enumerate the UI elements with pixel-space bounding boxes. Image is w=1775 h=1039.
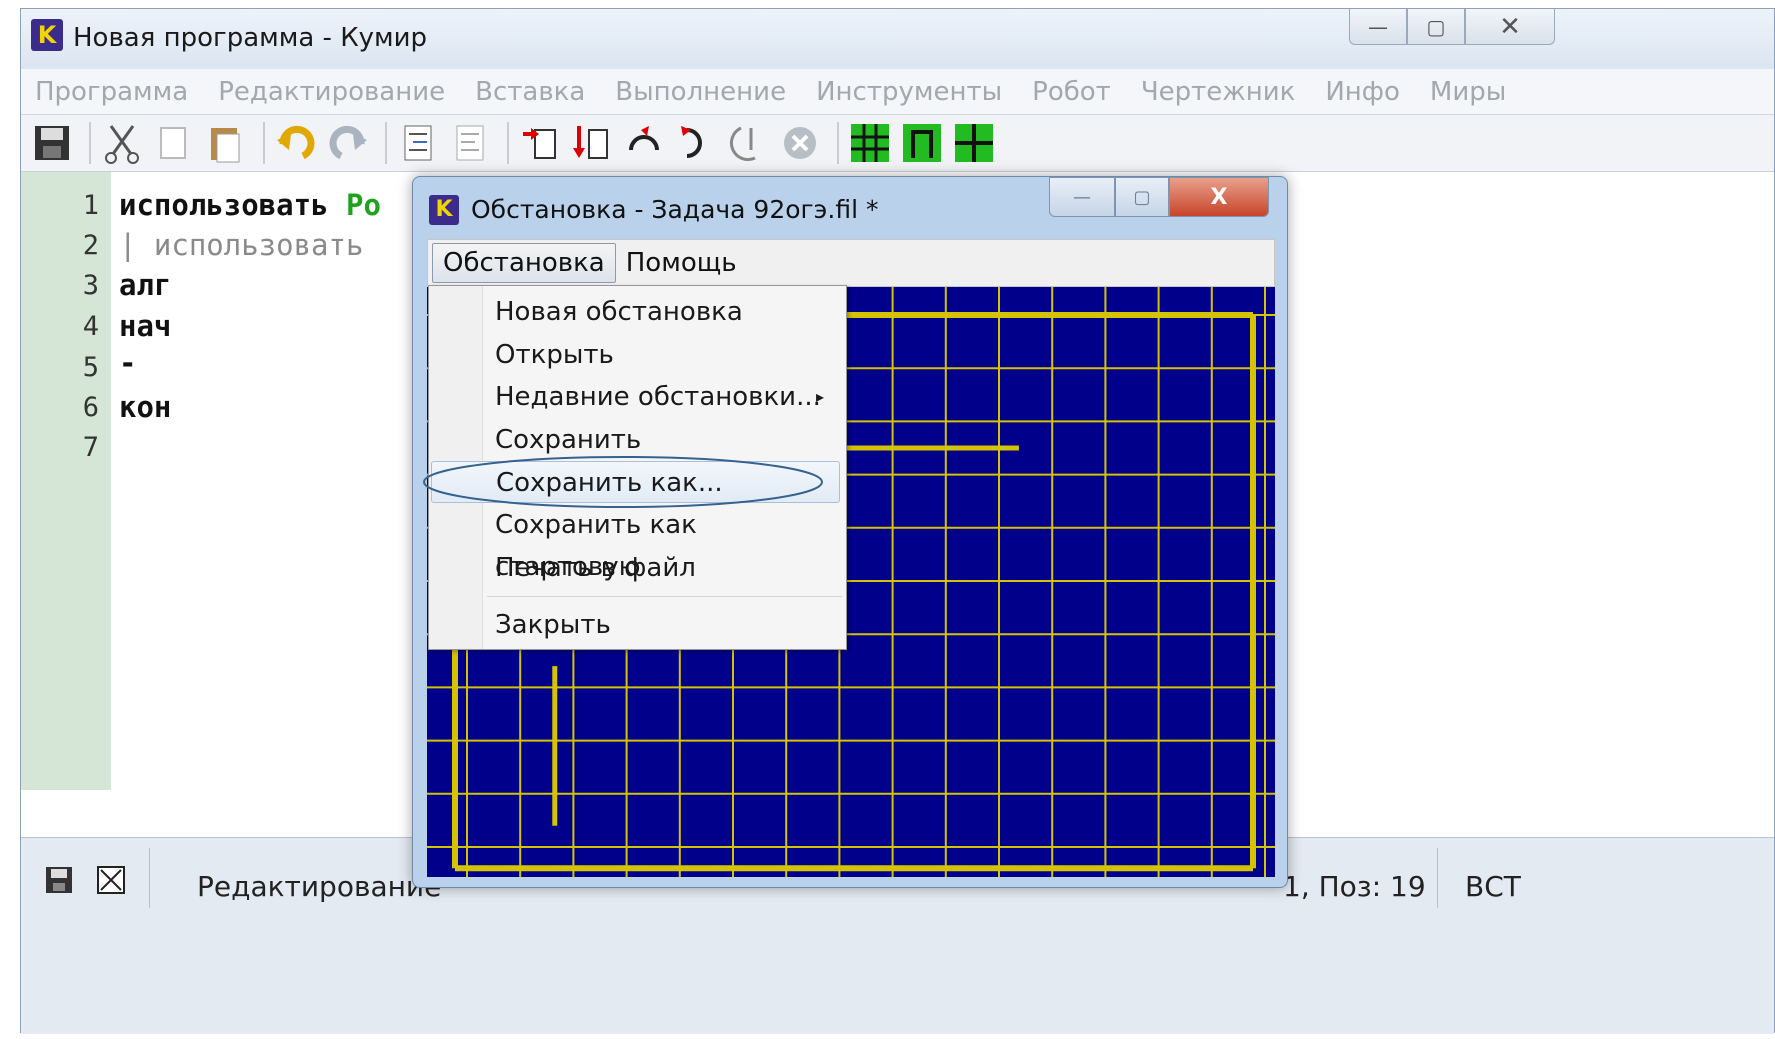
step-into-icon[interactable] bbox=[569, 120, 615, 166]
code-line[interactable]: - bbox=[119, 346, 136, 380]
paste-icon[interactable] bbox=[203, 120, 249, 166]
run-icon[interactable] bbox=[725, 120, 771, 166]
line-number: 5 bbox=[82, 352, 99, 383]
menu-item-label: Новая обстановка bbox=[495, 297, 743, 327]
dialog-minimize-button[interactable]: — bbox=[1049, 177, 1115, 217]
menu-robot[interactable]: Робот bbox=[1032, 77, 1111, 107]
submenu-arrow-icon: ▸ bbox=[815, 387, 824, 406]
minimize-button[interactable]: — bbox=[1349, 9, 1407, 45]
line-number: 3 bbox=[82, 270, 99, 301]
status-insert-mode: ВСТ bbox=[1465, 870, 1521, 903]
window-title: Новая программа - Кумир bbox=[73, 23, 428, 53]
menu-separator bbox=[487, 596, 842, 597]
maximize-icon: ▢ bbox=[1133, 186, 1151, 208]
status-divider bbox=[1437, 848, 1438, 908]
menu-item-label: Недавние обстановки... bbox=[495, 382, 821, 412]
menu-edit[interactable]: Редактирование bbox=[218, 77, 445, 107]
dialog-menubar: Обстановка Помощь bbox=[427, 239, 1275, 287]
code-keyword: алг bbox=[119, 268, 172, 302]
line-number-gutter bbox=[21, 172, 111, 790]
status-divider bbox=[149, 848, 150, 908]
dialog-close-button[interactable]: X bbox=[1169, 177, 1269, 217]
minimize-icon: — bbox=[1368, 14, 1388, 39]
indent-icon[interactable] bbox=[395, 120, 441, 166]
dialog-titlebar[interactable]: K Обстановка - Задача 92огэ.fil * — ▢ X bbox=[413, 177, 1287, 235]
menu-help[interactable]: Помощь bbox=[616, 244, 747, 282]
maximize-button[interactable]: ▢ bbox=[1407, 9, 1465, 45]
line-number: 4 bbox=[82, 311, 99, 342]
code-line[interactable]: использовать Ро bbox=[119, 188, 381, 222]
menu-item-label: Сохранить bbox=[495, 425, 642, 455]
code-module-name: Ро bbox=[345, 188, 381, 222]
code-marker: - bbox=[119, 346, 137, 380]
menubar: Программа Редактирование Вставка Выполне… bbox=[21, 69, 1774, 115]
toolbar-separator bbox=[263, 122, 265, 164]
code-line[interactable]: | использовать bbox=[119, 228, 363, 262]
code-line[interactable]: алг bbox=[119, 268, 171, 302]
kumir-app-icon: K bbox=[31, 19, 63, 51]
kumir-app-icon: K bbox=[429, 195, 459, 225]
code-keyword: кон bbox=[119, 390, 172, 424]
menu-item-label: Закрыть bbox=[495, 610, 611, 640]
menu-run[interactable]: Выполнение bbox=[615, 77, 786, 107]
menu-insert[interactable]: Вставка bbox=[475, 77, 585, 107]
redo-icon[interactable] bbox=[325, 120, 371, 166]
toolbar-separator bbox=[837, 122, 839, 164]
menu-program[interactable]: Программа bbox=[35, 77, 188, 107]
toolbar bbox=[21, 115, 1774, 171]
robot-cross-icon[interactable] bbox=[951, 120, 997, 166]
highlight-ellipse bbox=[423, 456, 823, 508]
menu-drawer[interactable]: Чертежник bbox=[1141, 77, 1296, 107]
unindent-icon[interactable] bbox=[447, 120, 493, 166]
minimize-icon: — bbox=[1073, 186, 1091, 208]
code-line[interactable]: нач bbox=[119, 309, 171, 343]
close-icon: ✕ bbox=[1499, 11, 1521, 42]
menu-item-print-to-file[interactable]: Печать в файл bbox=[429, 547, 846, 589]
step-back-icon[interactable] bbox=[673, 120, 719, 166]
menu-info[interactable]: Инфо bbox=[1325, 77, 1400, 107]
code-keyword: нач bbox=[119, 309, 172, 343]
cut-icon[interactable] bbox=[99, 120, 145, 166]
maximize-icon: ▢ bbox=[1426, 14, 1446, 39]
status-save-icon[interactable] bbox=[43, 864, 75, 900]
status-mode: Редактирование bbox=[197, 870, 442, 903]
line-number: 1 bbox=[82, 190, 99, 221]
menu-worlds[interactable]: Миры bbox=[1430, 77, 1506, 107]
menu-environment[interactable]: Обстановка bbox=[432, 243, 616, 283]
step-out-icon[interactable] bbox=[621, 120, 667, 166]
stop-icon[interactable] bbox=[777, 120, 823, 166]
menu-item-recent[interactable]: Недавние обстановки... ▸ bbox=[429, 376, 846, 418]
status-close-icon[interactable] bbox=[95, 864, 127, 900]
menu-tools[interactable]: Инструменты bbox=[816, 77, 1002, 107]
robot-grid-icon[interactable] bbox=[847, 120, 893, 166]
step-over-icon[interactable] bbox=[517, 120, 563, 166]
line-number: 6 bbox=[82, 392, 99, 423]
code-keyword: использовать bbox=[119, 188, 346, 222]
menu-item-label: Печать в файл bbox=[495, 553, 696, 583]
main-titlebar: K Новая программа - Кумир — ▢ ✕ bbox=[21, 9, 1774, 69]
menu-item-new-environment[interactable]: Новая обстановка bbox=[429, 291, 846, 333]
menu-item-close[interactable]: Закрыть bbox=[429, 604, 846, 646]
dialog-title: Обстановка - Задача 92огэ.fil * bbox=[471, 195, 879, 224]
toolbar-separator bbox=[385, 122, 387, 164]
toolbar-separator bbox=[89, 122, 91, 164]
code-line[interactable]: кон bbox=[119, 390, 171, 424]
status-cursor-position: 1, Поз: 19 bbox=[1283, 870, 1426, 903]
robot-wall-icon[interactable] bbox=[899, 120, 945, 166]
menu-item-label: Открыть bbox=[495, 340, 614, 370]
undo-icon[interactable] bbox=[273, 120, 319, 166]
close-icon: X bbox=[1210, 184, 1228, 210]
code-comment: | использовать bbox=[119, 228, 364, 262]
dialog-maximize-button[interactable]: ▢ bbox=[1115, 177, 1169, 217]
line-number: 7 bbox=[82, 432, 99, 463]
close-button[interactable]: ✕ bbox=[1465, 9, 1555, 45]
menu-item-open[interactable]: Открыть bbox=[429, 334, 846, 376]
line-number: 2 bbox=[82, 230, 99, 261]
copy-icon[interactable] bbox=[151, 120, 197, 166]
save-icon[interactable] bbox=[29, 120, 75, 166]
toolbar-separator bbox=[507, 122, 509, 164]
